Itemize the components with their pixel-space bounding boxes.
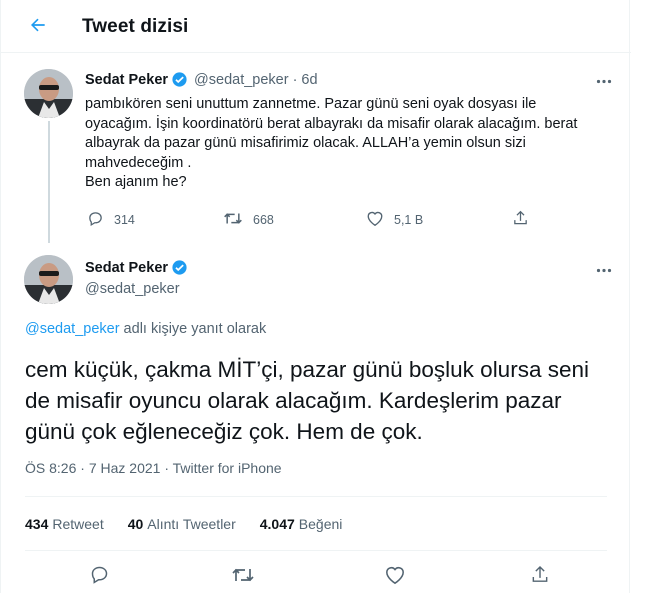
- quotes-count: 40: [127, 516, 144, 532]
- author-handle[interactable]: @sedat_peker: [85, 281, 180, 297]
- retweets-label: Retweet: [52, 516, 104, 532]
- reply-icon: [87, 210, 104, 230]
- retweet-icon: [231, 565, 255, 590]
- parent-tweet-time[interactable]: 6d: [301, 72, 317, 88]
- parent-tweet-header: Sedat Peker @sedat_peker · 6d: [85, 71, 318, 88]
- page-title: Tweet dizisi: [82, 16, 189, 37]
- tweet-thread-column: Tweet dizisi Sedat Peker @sedat_peker · …: [0, 0, 631, 593]
- share-button[interactable]: [527, 564, 553, 590]
- tweet-date[interactable]: 7 Haz 2021: [89, 460, 161, 476]
- share-icon: [530, 564, 550, 590]
- replying-to-label: @sedat_peker adlı kişiye yanıt olarak: [25, 321, 266, 337]
- thread-connector-line: [48, 121, 50, 243]
- like-action[interactable]: 5,1 B: [366, 210, 423, 230]
- more-dots-icon: [596, 260, 612, 278]
- retweet-icon: [223, 210, 243, 230]
- meta-separator: ·: [160, 460, 173, 476]
- author-avatar[interactable]: [24, 255, 73, 304]
- verified-badge-icon: [171, 71, 188, 88]
- heart-icon: [366, 210, 384, 230]
- divider: [25, 550, 607, 551]
- parent-tweet-line: albayrak da pazar günü misafirimiz olaca…: [85, 135, 526, 151]
- main-tweet-line: cem küçük, çakma MİT’çi, pazar günü boşl…: [25, 357, 589, 382]
- quotes-label: Alıntı Tweetler: [147, 516, 236, 532]
- retweet-button[interactable]: [230, 564, 256, 590]
- divider: [25, 496, 607, 497]
- share-icon: [512, 209, 529, 230]
- arrow-left-icon: [28, 15, 48, 40]
- more-dots-icon: [596, 71, 612, 89]
- author-avatar[interactable]: [24, 69, 73, 118]
- meta-separator: ·: [76, 460, 89, 476]
- tweet-meta: ÖS 8:26 · 7 Haz 2021 · Twitter for iPhon…: [25, 460, 282, 476]
- back-button[interactable]: [23, 12, 53, 42]
- main-tweet-text: cem küçük, çakma MİT’çi, pazar günü boşl…: [25, 354, 625, 447]
- heart-icon: [384, 565, 406, 590]
- author-handle[interactable]: @sedat_peker: [194, 72, 289, 88]
- likes-count: 4.047: [259, 516, 295, 532]
- retweet-action[interactable]: 668: [223, 210, 274, 230]
- parent-tweet-text: pambıkören seni unuttum zannetme. Pazar …: [85, 95, 605, 193]
- reply-action[interactable]: 314: [87, 210, 135, 230]
- tweet-source[interactable]: Twitter for iPhone: [173, 460, 282, 476]
- retweets-count: 434: [25, 516, 49, 532]
- quote-tweets-stat[interactable]: 40 Alıntı Tweetler: [128, 516, 236, 532]
- main-tweet-line: de misafir oyuncu olarak alacağım. Karde…: [25, 388, 562, 413]
- header: Tweet dizisi: [1, 0, 631, 53]
- more-options-button[interactable]: [592, 261, 616, 277]
- reply-count: 314: [114, 213, 135, 227]
- share-action[interactable]: [512, 209, 529, 230]
- reply-mention-link[interactable]: @sedat_peker: [25, 321, 120, 337]
- likes-stat[interactable]: 4.047 Beğeni: [260, 516, 343, 532]
- parent-tweet-line: pambıkören seni unuttum zannetme. Pazar …: [85, 96, 537, 112]
- parent-tweet-line: oyacağım. İşin koordinatörü berat albayr…: [85, 115, 578, 132]
- reply-suffix: adlı kişiye yanıt olarak: [119, 321, 267, 337]
- reply-button[interactable]: [86, 564, 112, 590]
- tweet-stats: 434 Retweet 40 Alıntı Tweetler 4.047 Beğeni: [25, 516, 366, 532]
- separator-dot: ·: [292, 71, 298, 88]
- like-count: 5,1 B: [394, 213, 424, 227]
- tweet-time[interactable]: ÖS 8:26: [25, 460, 76, 476]
- retweet-count: 668: [253, 213, 274, 227]
- more-options-button[interactable]: [592, 72, 616, 88]
- verified-badge-icon: [171, 259, 188, 276]
- retweets-stat[interactable]: 434 Retweet: [25, 516, 104, 532]
- like-button[interactable]: [382, 564, 408, 590]
- likes-label: Beğeni: [298, 516, 343, 532]
- main-tweet-line: günü çok eğleneceğiz çok. Hem de çok.: [25, 419, 423, 444]
- parent-tweet-line: mahvedeceğim .: [85, 154, 192, 171]
- reply-icon: [89, 564, 110, 590]
- main-tweet-header: Sedat Peker: [85, 259, 188, 276]
- author-name[interactable]: Sedat Peker: [85, 72, 168, 88]
- author-name[interactable]: Sedat Peker: [85, 260, 168, 276]
- parent-tweet-line: Ben ajanım he?: [85, 174, 187, 190]
